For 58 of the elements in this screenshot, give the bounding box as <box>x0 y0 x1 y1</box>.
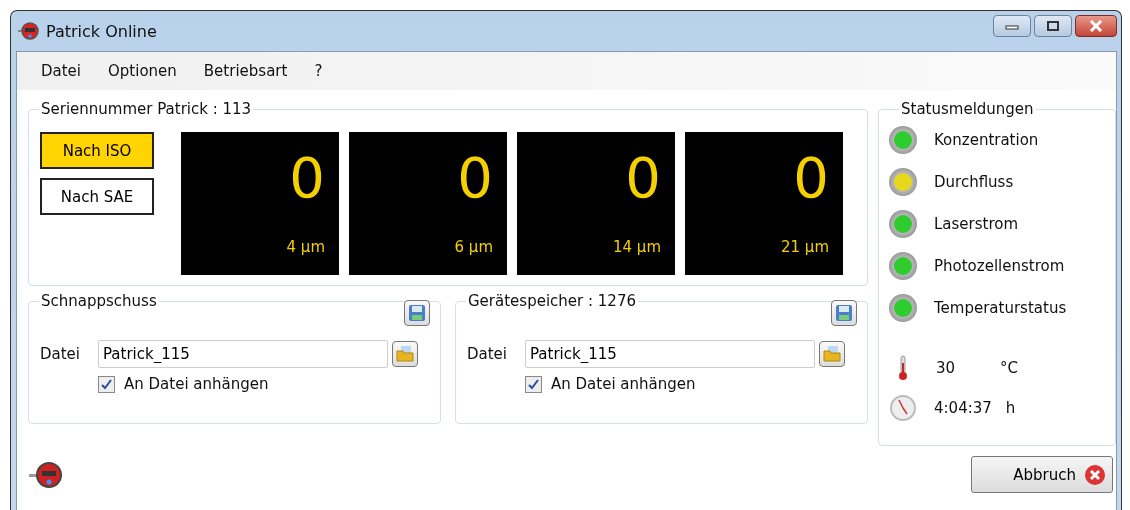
checkbox[interactable] <box>98 375 115 393</box>
menu-item[interactable]: Optionen <box>96 62 192 80</box>
device-icon <box>29 460 63 489</box>
status-led <box>889 210 917 238</box>
close-icon <box>1089 20 1103 32</box>
status-led <box>889 168 917 196</box>
checkbox[interactable] <box>525 375 542 393</box>
cancel-icon <box>1084 463 1106 486</box>
checkbox-label: An Datei anhängen <box>124 375 269 393</box>
status-led <box>889 126 917 154</box>
menu-item[interactable]: Datei <box>29 62 97 80</box>
temperature-value: 30 <box>936 359 957 377</box>
status-led <box>889 252 917 280</box>
particle-size-label: 14 µm <box>613 238 661 256</box>
menu-item[interactable]: Betriebsart <box>191 62 303 80</box>
field-label: Datei <box>467 345 509 363</box>
maximize-button[interactable] <box>1034 15 1072 37</box>
folder-icon <box>822 345 842 363</box>
status-label: Durchfluss <box>934 173 1014 191</box>
temperature-unit: °C <box>1000 359 1018 377</box>
file-name-field[interactable]: Patrick_115 <box>98 340 388 368</box>
group-title: Statusmeldungen <box>900 100 1035 118</box>
menu-item[interactable]: ? <box>302 62 338 80</box>
minimize-icon <box>1005 22 1019 30</box>
save-button[interactable] <box>404 300 430 326</box>
maximize-icon <box>1047 21 1059 31</box>
cancel-button[interactable]: Abbruch <box>971 456 1113 493</box>
folder-icon <box>395 345 415 363</box>
runtime-value: 4:04:37 <box>934 399 992 417</box>
counter-value: 0 <box>793 146 829 210</box>
checkbox-label: An Datei anhängen <box>551 375 696 393</box>
counter-value: 0 <box>457 146 493 210</box>
group-title: Seriennummer Patrick : 113 <box>40 100 253 118</box>
status-label: Konzentration <box>934 131 1039 149</box>
close-button[interactable] <box>1075 15 1117 37</box>
browse-button[interactable] <box>392 341 418 367</box>
clock-icon <box>889 394 917 422</box>
app-icon <box>18 21 40 41</box>
runtime-unit: h <box>1005 399 1016 417</box>
status-led <box>889 294 917 322</box>
file-name-field[interactable]: Patrick_115 <box>525 340 815 368</box>
status-label: Temperaturstatus <box>934 299 1067 317</box>
browse-button[interactable] <box>819 341 845 367</box>
save-button[interactable] <box>831 300 857 326</box>
counter-value: 0 <box>625 146 661 210</box>
standard-button[interactable]: Nach ISO <box>40 132 154 169</box>
particle-size-label: 6 µm <box>454 238 493 256</box>
standard-button[interactable]: Nach SAE <box>40 178 154 215</box>
window-title: Patrick Online <box>46 21 157 41</box>
field-label: Datei <box>40 345 82 363</box>
thermometer-icon <box>898 355 908 381</box>
particle-size-label: 21 µm <box>781 238 829 256</box>
group-title: Gerätespeicher : 1276 <box>467 292 637 310</box>
group-title: Schnappschuss <box>40 292 158 310</box>
counter-value: 0 <box>289 146 325 210</box>
particle-size-label: 4 µm <box>286 238 325 256</box>
status-label: Laserstrom <box>934 215 1019 233</box>
status-label: Photozellenstrom <box>934 257 1065 275</box>
